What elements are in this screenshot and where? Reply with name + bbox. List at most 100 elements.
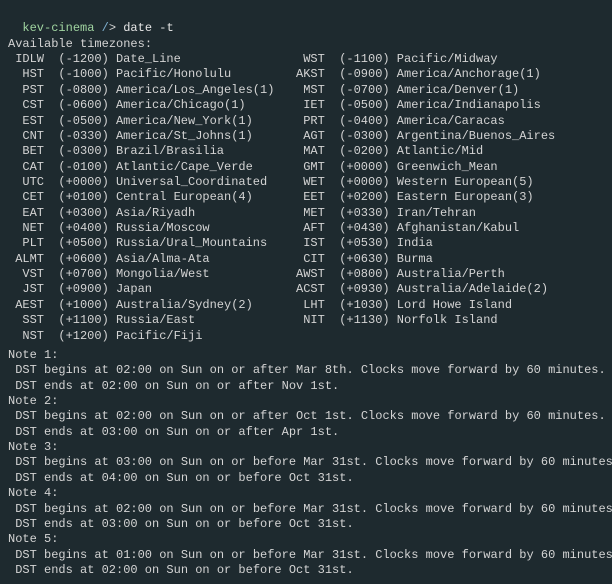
- timezone-entry-left: EAT (+0300) Asia/Riyadh: [8, 206, 296, 220]
- timezone-entry-left: IDLW (-1200) Date_Line: [8, 52, 296, 66]
- tz-name: Atlantic/Cape_Verde: [116, 160, 296, 175]
- prompt-line[interactable]: kev-cinema /> date -t: [8, 6, 604, 37]
- timezone-row: CET (+0100) Central European(4)EET (+020…: [8, 190, 604, 205]
- tz-name: Asia/Riyadh: [116, 206, 296, 221]
- tz-abbr: PST: [15, 83, 44, 98]
- timezone-entry-left: SST (+1100) Russia/East: [8, 313, 296, 327]
- tz-name: Lord Howe Island: [397, 298, 512, 313]
- dst-notes: Note 1:DST begins at 02:00 on Sun on or …: [8, 348, 604, 578]
- tz-abbr: EAT: [15, 206, 44, 221]
- tz-offset: (+0600): [58, 252, 108, 267]
- tz-abbr: CET: [15, 190, 44, 205]
- tz-name: Western European(5): [397, 175, 534, 190]
- tz-abbr: CIT: [296, 252, 325, 267]
- timezone-entry-left: AEST (+1000) Australia/Sydney(2): [8, 298, 296, 312]
- note-line: DST begins at 02:00 on Sun on or after M…: [15, 363, 604, 378]
- tz-abbr: AGT: [296, 129, 325, 144]
- tz-name: America/Denver(1): [397, 83, 519, 98]
- timezone-entry-left: CAT (-0100) Atlantic/Cape_Verde: [8, 160, 296, 174]
- tz-abbr: UTC: [15, 175, 44, 190]
- tz-name: America/Chicago(1): [116, 98, 296, 113]
- timezone-entry-left: CET (+0100) Central European(4): [8, 190, 296, 204]
- tz-offset: (+0700): [58, 267, 108, 282]
- tz-abbr: NIT: [296, 313, 325, 328]
- tz-abbr: BET: [15, 144, 44, 159]
- timezone-entry-right: PRT (-0400) America/Caracas: [296, 114, 505, 128]
- timezone-entry-left: EST (-0500) America/New_York(1): [8, 114, 296, 128]
- note-label: Note 5:: [8, 532, 604, 547]
- timezone-entry-left: JST (+0900) Japan: [8, 282, 296, 296]
- tz-abbr: IST: [296, 236, 325, 251]
- timezone-row: HST (-1000) Pacific/HonoluluAKST (-0900)…: [8, 67, 604, 82]
- command-input[interactable]: date -t: [123, 21, 173, 35]
- tz-offset: (-0300): [339, 129, 389, 144]
- tz-offset: (-0800): [58, 83, 108, 98]
- tz-abbr: CST: [15, 98, 44, 113]
- tz-offset: (-0700): [339, 83, 389, 98]
- tz-name: Universal_Coordinated: [116, 175, 296, 190]
- tz-name: Atlantic/Mid: [397, 144, 483, 159]
- tz-offset: (+0000): [58, 175, 108, 190]
- note-label: Note 1:: [8, 348, 604, 363]
- timezone-entry-left: ALMT (+0600) Asia/Alma-Ata: [8, 252, 296, 266]
- tz-name: America/Caracas: [397, 114, 505, 129]
- prompt-host: kev-cinema: [22, 21, 94, 35]
- timezone-entry-left: CNT (-0330) America/St_Johns(1): [8, 129, 296, 143]
- timezone-entry-left: VST (+0700) Mongolia/West: [8, 267, 296, 281]
- tz-name: Japan: [116, 282, 296, 297]
- prompt-path: /: [102, 21, 109, 35]
- timezone-row: BET (-0300) Brazil/BrasiliaMAT (-0200) A…: [8, 144, 604, 159]
- tz-abbr: ALMT: [15, 252, 44, 267]
- note-label: Note 3:: [8, 440, 604, 455]
- tz-name: Norfolk Island: [397, 313, 498, 328]
- timezone-entry-right: WST (-1100) Pacific/Midway: [296, 52, 498, 66]
- tz-abbr: CNT: [15, 129, 44, 144]
- tz-name: Greenwich_Mean: [397, 160, 498, 175]
- tz-name: Australia/Perth: [397, 267, 505, 282]
- tz-name: America/New_York(1): [116, 114, 296, 129]
- timezone-row: EAT (+0300) Asia/RiyadhMET (+0330) Iran/…: [8, 206, 604, 221]
- timezone-entry-right: GMT (+0000) Greenwich_Mean: [296, 160, 498, 174]
- note-label: Note 4:: [8, 486, 604, 501]
- tz-name: Eastern European(3): [397, 190, 534, 205]
- tz-abbr: EET: [296, 190, 325, 205]
- tz-name: Australia/Sydney(2): [116, 298, 296, 313]
- tz-name: America/Anchorage(1): [397, 67, 541, 82]
- tz-offset: (+1100): [58, 313, 108, 328]
- tz-abbr: NET: [15, 221, 44, 236]
- tz-name: Central European(4): [116, 190, 296, 205]
- tz-offset: (+0000): [339, 160, 389, 175]
- tz-offset: (+0930): [339, 282, 389, 297]
- timezone-entry-left: UTC (+0000) Universal_Coordinated: [8, 175, 296, 189]
- timezone-entry-right: AGT (-0300) Argentina/Buenos_Aires: [296, 129, 555, 143]
- tz-offset: (+0000): [339, 175, 389, 190]
- timezone-row: CAT (-0100) Atlantic/Cape_VerdeGMT (+000…: [8, 160, 604, 175]
- timezone-table: IDLW (-1200) Date_LineWST (-1100) Pacifi…: [8, 52, 604, 344]
- tz-offset: (-0500): [339, 98, 389, 113]
- timezone-entry-right: IET (-0500) America/Indianapolis: [296, 98, 541, 112]
- note-line: DST ends at 03:00 on Sun on or before Oc…: [15, 517, 604, 532]
- timezone-row: ALMT (+0600) Asia/Alma-AtaCIT (+0630) Bu…: [8, 252, 604, 267]
- timezone-entry-left: HST (-1000) Pacific/Honolulu: [8, 67, 296, 81]
- timezone-entry-left: NST (+1200) Pacific/Fiji: [8, 329, 296, 343]
- timezone-entry-right: AFT (+0430) Afghanistan/Kabul: [296, 221, 519, 235]
- tz-name: America/St_Johns(1): [116, 129, 296, 144]
- note-line: DST ends at 02:00 on Sun on or after Nov…: [15, 379, 604, 394]
- tz-offset: (+0100): [58, 190, 108, 205]
- note-line: DST begins at 02:00 on Sun on or before …: [15, 502, 604, 517]
- tz-abbr: IDLW: [15, 52, 44, 67]
- timezone-row: AEST (+1000) Australia/Sydney(2)LHT (+10…: [8, 298, 604, 313]
- timezone-entry-right: WET (+0000) Western European(5): [296, 175, 534, 189]
- timezone-entry-right: MET (+0330) Iran/Tehran: [296, 206, 476, 220]
- timezone-entry-right: IST (+0530) India: [296, 236, 433, 250]
- tz-abbr: HST: [15, 67, 44, 82]
- timezone-row: CNT (-0330) America/St_Johns(1)AGT (-030…: [8, 129, 604, 144]
- timezone-entry-left: PST (-0800) America/Los_Angeles(1): [8, 83, 296, 97]
- timezone-entry-left: BET (-0300) Brazil/Brasilia: [8, 144, 296, 158]
- tz-name: Asia/Alma-Ata: [116, 252, 296, 267]
- tz-offset: (-0500): [58, 114, 108, 129]
- tz-offset: (-0900): [339, 67, 389, 82]
- tz-abbr: SST: [15, 313, 44, 328]
- tz-offset: (+1130): [339, 313, 389, 328]
- tz-name: Australia/Adelaide(2): [397, 282, 548, 297]
